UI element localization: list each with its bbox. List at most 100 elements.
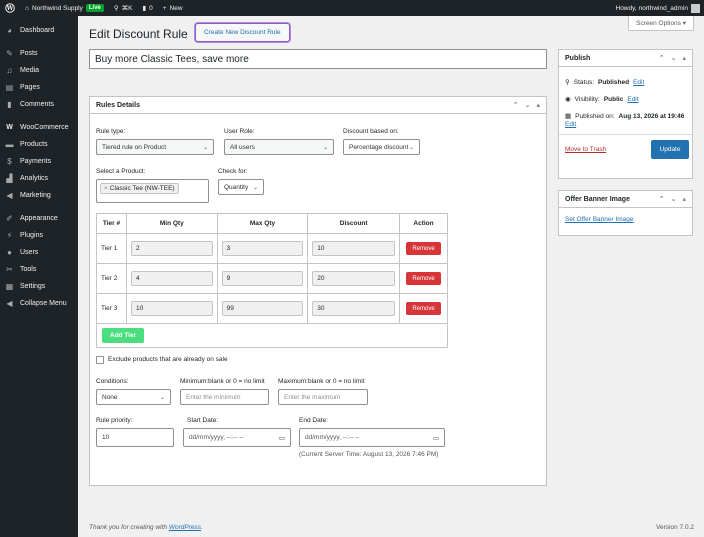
sidebar-item-label: Media [20,67,40,74]
sidebar-item-media[interactable]: ♫ Media [0,62,78,79]
edit-date-link[interactable]: Edit [565,121,576,128]
status-row: ⚲ Status: Published Edit [565,78,644,87]
sidebar-item-products[interactable]: ▬ Products [0,136,78,153]
create-new-rule-button[interactable]: Create New Discount Rule [195,23,290,42]
move-to-trash-link[interactable]: Move to Trash [565,146,606,153]
conditions-label: Conditions: [96,378,129,385]
sidebar-item-label: Dashboard [20,27,55,34]
box-title: Publish [565,54,591,62]
sidebar-item-appearance[interactable]: ✐ Appearance [0,210,78,227]
chevron-down-icon: ⌄ [202,144,208,151]
sidebar-item-analytics[interactable]: ▟ Analytics [0,170,78,187]
select-value: All users [230,143,255,151]
rule-title-input[interactable]: Buy more Classic Tees, save more [89,49,547,69]
rules-details-header: Rules Details ⌃ ⌄ ▴ [90,97,546,114]
users-icon: ● [7,248,12,257]
calendar-icon[interactable]: ▭ [279,434,285,442]
discount-input[interactable]: 20 [312,271,396,286]
sidebar-item-tools[interactable]: ✂ Tools [0,261,78,278]
admin-sidebar: ◕ Dashboard ✎ Posts ♫ Media ▤ Pages ▮ Comment… [0,16,78,537]
rule-type-select[interactable]: Tiered rule on Product ⌄ [96,139,214,155]
move-up-icon[interactable]: ⌃ [513,101,519,109]
max-qty-input[interactable]: 9 [221,271,304,286]
set-banner-image-link[interactable]: Set Offer Banner Image [565,216,634,223]
sidebar-item-label: Marketing [20,192,51,199]
sidebar-item-dashboard[interactable]: ◕ Dashboard [0,22,78,39]
chevron-down-icon: ⌄ [322,144,328,151]
chevron-down-icon: ⌄ [252,184,258,191]
min-qty-input[interactable]: 2 [130,241,213,256]
table-row: Tier 1 2 3 10 Remove [96,233,448,264]
sidebar-item-comments[interactable]: ▮ Comments [0,96,78,113]
start-date-input[interactable]: dd/mm/yyyy, --:-- -- ▭ [183,428,291,447]
server-time: (Current Server Time: August 13, 2026 7:… [299,451,439,458]
move-up-icon[interactable]: ⌃ [659,54,665,62]
maximum-input[interactable]: Enter the maximum [278,389,368,405]
minimum-input[interactable]: Enter the minimum [180,389,269,405]
end-date-label: End Date: [299,417,328,424]
comments-button[interactable]: ▮ 0 [138,0,158,16]
add-tier-button[interactable]: Add Tier [102,328,144,343]
svg-text:W: W [6,5,14,12]
user-role-select[interactable]: All users ⌄ [224,139,334,155]
command-palette-button[interactable]: ⚲ ⌘K [109,0,138,16]
move-down-icon[interactable]: ⌄ [525,101,531,109]
megaphone-icon: ◀ [6,191,13,200]
remove-tier-button[interactable]: Remove [406,242,441,255]
discount-based-label: Discount based on: [343,128,399,135]
priority-input[interactable]: 10 [96,428,174,447]
sidebar-item-collapse[interactable]: ◀ Collapse Menu [0,295,78,312]
placeholder: dd/mm/yyyy, --:-- -- [189,434,244,441]
dashboard-icon: ◕ [7,26,12,35]
select-value: Tiered rule on Product [102,143,167,151]
toggle-icon[interactable]: ▴ [536,101,540,109]
calendar-icon[interactable]: ▭ [433,434,439,442]
sidebar-item-woocommerce[interactable]: W WooCommerce [0,119,78,136]
exclude-sale-checkbox[interactable] [96,356,104,364]
update-button[interactable]: Update [651,140,689,159]
howdy-text: Howdy, northwind_admin [615,4,689,12]
toggle-icon[interactable]: ▴ [682,54,686,62]
wordpress-link[interactable]: WordPress [169,524,201,531]
max-qty-input[interactable]: 99 [221,301,304,316]
discount-input[interactable]: 30 [312,301,396,316]
screen-options-button[interactable]: Screen Options ▾ [628,16,694,31]
max-qty-input[interactable]: 3 [221,241,304,256]
conditions-select[interactable]: None ⌄ [96,389,171,405]
sidebar-item-settings[interactable]: ▦ Settings [0,278,78,295]
sidebar-item-payments[interactable]: $ Payments [0,153,78,170]
move-up-icon[interactable]: ⌃ [659,195,665,203]
box-title: Rules Details [96,101,140,109]
move-down-icon[interactable]: ⌄ [671,195,677,203]
sidebar-item-users[interactable]: ● Users [0,244,78,261]
sidebar-item-plugins[interactable]: ⚡ Plugins [0,227,78,244]
min-qty-input[interactable]: 10 [130,301,213,316]
analytics-icon: ▟ [6,174,13,183]
edit-visibility-link[interactable]: Edit [627,96,638,103]
sidebar-item-pages[interactable]: ▤ Pages [0,79,78,96]
product-select[interactable]: × Classic Tee (NW-TEE) [96,179,209,203]
remove-tier-button[interactable]: Remove [406,272,441,285]
toggle-icon[interactable]: ▴ [682,195,686,203]
comments-count: 0 [149,4,153,12]
min-qty-input[interactable]: 4 [130,271,213,286]
account-menu[interactable]: Howdy, northwind_admin [615,3,704,13]
collapse-icon: ◀ [6,299,13,308]
discount-based-select[interactable]: Percentage discount ⌄ [343,139,420,155]
edit-date-row: Edit [565,121,576,128]
sidebar-item-label: Appearance [20,215,58,222]
move-down-icon[interactable]: ⌄ [671,54,677,62]
rule-type-label: Rule type: [96,128,126,135]
sidebar-item-marketing[interactable]: ◀ Marketing [0,187,78,204]
discount-input[interactable]: 10 [312,241,396,256]
payments-icon: $ [7,157,12,166]
edit-status-link[interactable]: Edit [633,79,644,86]
check-for-select[interactable]: Quantity ⌄ [218,179,264,195]
sidebar-item-posts[interactable]: ✎ Posts [0,45,78,62]
end-date-input[interactable]: dd/mm/yyyy, --:-- -- ▭ [299,428,445,447]
site-name-link[interactable]: ⌂ Northwind Supply Live [20,0,109,16]
remove-tier-button[interactable]: Remove [406,302,441,315]
new-content-button[interactable]: + New [158,0,188,16]
wordpress-logo-icon[interactable]: W [0,0,20,16]
remove-tag-icon[interactable]: × [104,185,108,192]
